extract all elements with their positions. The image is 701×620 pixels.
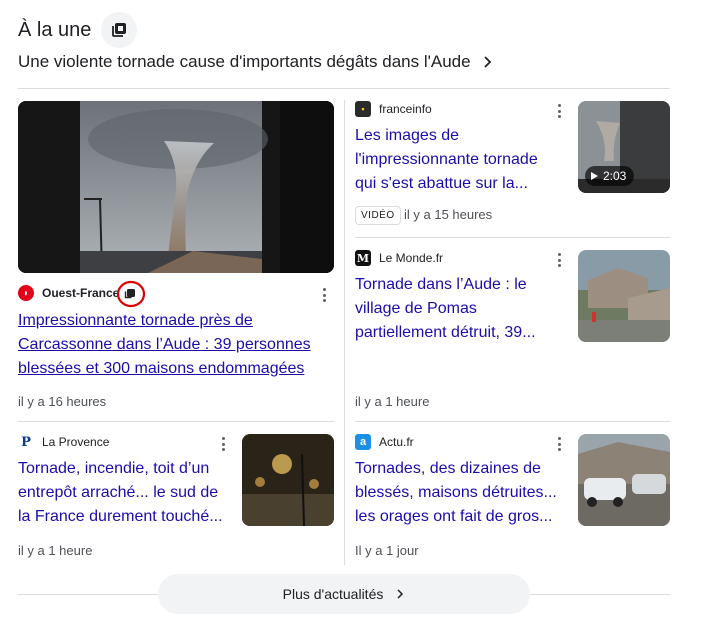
headline-line: Carcassonne dans l’Aude : 39 personnes (18, 336, 311, 353)
headline-line: qui s'est abattue sur la... (355, 175, 528, 192)
article-headline[interactable]: Tornade dans l’Aude : le village de Poma… (355, 273, 565, 345)
article-headline[interactable]: Les images de l'impressionnante tornade … (355, 124, 565, 196)
headline-line: partiellement détruit, 39... (355, 324, 536, 341)
full-coverage-button[interactable] (101, 12, 138, 48)
la-provence-logo: P (18, 434, 34, 450)
article-headline[interactable]: Tornades, des dizaines de blessés, maiso… (355, 457, 570, 529)
article-source: ▪ franceinfo (355, 101, 432, 117)
franceinfo-logo: ▪ (355, 101, 371, 117)
divider (18, 421, 334, 422)
play-icon (591, 172, 598, 180)
video-badge: VIDÉO (355, 206, 401, 225)
story-link[interactable]: Une violente tornade cause d'importants … (18, 52, 495, 72)
article-thumbnail[interactable] (578, 434, 670, 526)
headline-line: Tornade dans l’Aude : le (355, 276, 527, 293)
headline-line: Impressionnante tornade près de (18, 312, 253, 329)
annotation-circle (116, 280, 146, 308)
chevron-right-icon (483, 56, 491, 68)
headline-line: Tornades, des dizaines de (355, 460, 541, 477)
more-news-label: Plus d'actualités (282, 586, 384, 602)
le-monde-logo: M (355, 250, 371, 266)
stack-icon (112, 23, 127, 37)
article-source: P La Provence (18, 434, 109, 450)
article-headline[interactable]: Impressionnante tornade près de Carcasso… (18, 309, 338, 381)
divider (355, 421, 670, 422)
article-headline[interactable]: Tornade, incendie, toit d’un entrepôt ar… (18, 457, 233, 529)
source-name: franceinfo (379, 102, 432, 116)
source-name: Ouest-France (42, 286, 120, 300)
section-title: À la une (18, 18, 92, 41)
headline-line: l'impressionnante tornade (355, 151, 538, 168)
actu-fr-logo: a (355, 434, 371, 450)
more-vert-icon[interactable] (557, 437, 561, 451)
article-source: M Le Monde.fr (355, 250, 443, 266)
divider (18, 88, 670, 89)
duration-text: 2:03 (603, 169, 627, 183)
ouest-france-logo: ◗ (18, 285, 34, 301)
article-time: il y a 1 heure (355, 394, 430, 409)
article-image[interactable] (18, 101, 334, 273)
more-vert-icon[interactable] (322, 288, 326, 302)
more-vert-icon[interactable] (221, 437, 225, 451)
headline-line: la France durement touché... (18, 508, 223, 525)
article-thumbnail[interactable] (578, 250, 670, 342)
article-time: il y a 1 heure (18, 543, 93, 558)
article-source: ◗ Ouest-France (18, 285, 119, 301)
divider (355, 237, 670, 238)
article-source: a Actu.fr (355, 434, 414, 450)
article-time: il y a 16 heures (18, 394, 107, 409)
chevron-right-icon (397, 589, 404, 599)
more-vert-icon[interactable] (557, 253, 561, 267)
headline-line: village de Pomas (355, 300, 477, 317)
more-vert-icon[interactable] (557, 104, 561, 118)
more-news-button[interactable]: Plus d'actualités (158, 574, 530, 614)
article-time: il y a 15 heures (404, 207, 493, 222)
headline-line: Tornade, incendie, toit d’un (18, 460, 210, 477)
source-name: Le Monde.fr (379, 251, 444, 265)
headline-line: blessés, maisons détruites... (355, 484, 557, 501)
article-time: Il y a 1 jour (355, 543, 419, 558)
source-name: La Provence (42, 435, 110, 449)
video-duration: 2:03 (585, 166, 635, 186)
source-name: Actu.fr (379, 435, 414, 449)
headline-line: blessées et 300 maisons endommagées (18, 360, 305, 377)
section-header: À la une (18, 12, 678, 48)
article-thumbnail[interactable] (242, 434, 334, 526)
headline-line: entrepôt arraché... le sud de (18, 484, 219, 501)
headline-line: les orages ont fait de gros... (355, 508, 553, 525)
story-title: Une violente tornade cause d'importants … (18, 52, 471, 71)
headline-line: Les images de (355, 127, 460, 144)
divider (344, 100, 345, 565)
